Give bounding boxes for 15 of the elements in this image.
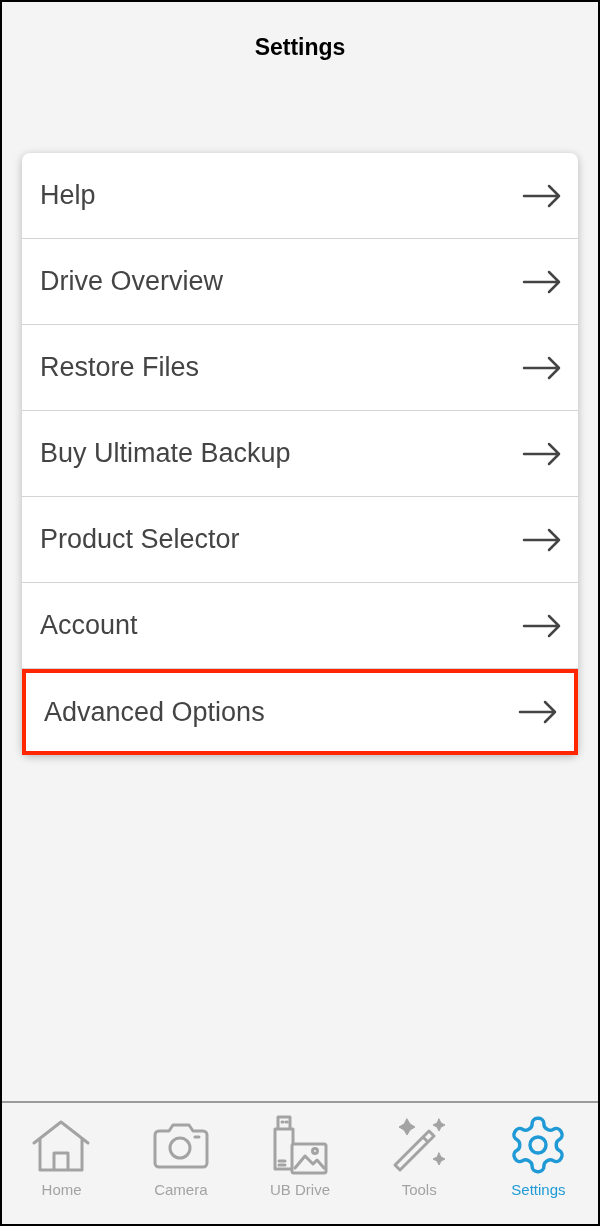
arrow-right-icon (518, 700, 558, 724)
menu-item[interactable]: Account (22, 583, 578, 669)
menu-item[interactable]: Product Selector (22, 497, 578, 583)
arrow-right-icon (522, 613, 562, 638)
arrow-right-icon (522, 269, 562, 294)
menu-item[interactable]: Drive Overview (22, 239, 578, 325)
menu-item[interactable]: Restore Files (22, 325, 578, 411)
arrow-right-icon (522, 355, 562, 380)
menu-item[interactable]: Buy Ultimate Backup (22, 411, 578, 497)
arrow-right-icon (522, 183, 562, 208)
arrow-right-icon (522, 527, 562, 552)
menu-item[interactable]: Help (22, 153, 578, 239)
page-title: Settings (254, 32, 346, 62)
menu-item[interactable]: Advanced Options (22, 669, 578, 755)
arrow-right-icon (522, 441, 562, 466)
